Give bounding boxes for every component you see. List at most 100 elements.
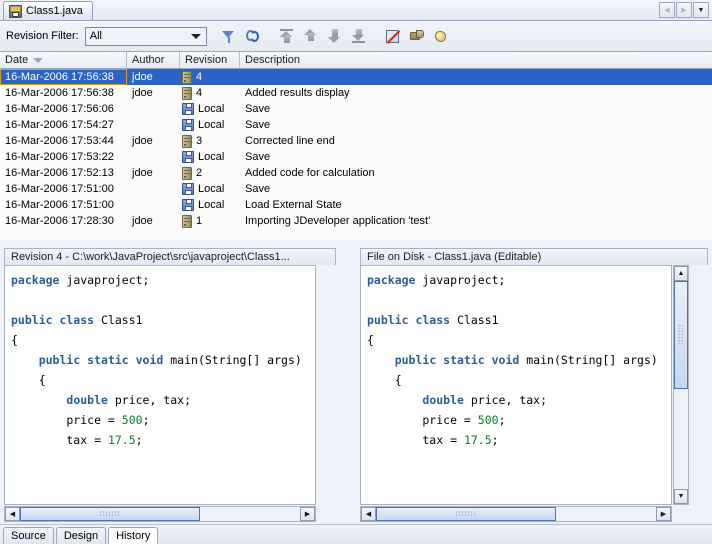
table-row[interactable]: 16-Mar-2006 17:52:13 jdoe 2 Added code for … <box>0 165 712 181</box>
scrollbar-vertical-file-on-disk[interactable]: ▲ ▼ <box>673 265 689 505</box>
revision-filter-select[interactable]: All <box>84 26 207 46</box>
code-view-file-on-disk[interactable]: package javaproject; public class Class1… <box>360 265 672 505</box>
code-view-revision[interactable]: package javaproject; public class Class1… <box>4 265 316 505</box>
table-row[interactable]: 16-Mar-2006 17:51:00 Local Load External S… <box>0 197 712 213</box>
scroll-thumb-vertical[interactable] <box>674 281 688 389</box>
code-text: tax = <box>367 433 464 447</box>
cell-author <box>127 181 180 197</box>
cell-revision: Local <box>180 101 240 117</box>
scrollbar-horizontal-file-on-disk[interactable]: ◀ ▶ <box>360 506 672 522</box>
last-revision-icon <box>352 29 366 43</box>
code-text: Class1 <box>94 313 143 327</box>
tab-class1-java[interactable]: Class1.java <box>3 1 93 20</box>
tab-back-button[interactable]: ◀ <box>659 2 675 18</box>
code-number: 500 <box>121 413 143 427</box>
disable-compare-button[interactable] <box>381 25 405 47</box>
column-header-revision[interactable]: Revision <box>180 52 240 68</box>
cell-date: 16-Mar-2006 17:56:06 <box>5 103 114 115</box>
table-row[interactable]: 16-Mar-2006 17:53:44 jdoe 3 Corrected line … <box>0 133 712 149</box>
cell-date: 16-Mar-2006 17:28:30 <box>5 215 114 227</box>
table-row[interactable]: 16-Mar-2006 17:56:06 Local Save <box>0 101 712 117</box>
code-text: { <box>11 333 18 347</box>
code-text: { <box>367 373 402 387</box>
code-number: 500 <box>477 413 499 427</box>
next-revision-button[interactable] <box>323 25 347 47</box>
code-text: main(String[] args) <box>163 353 302 367</box>
tab-design[interactable]: Design <box>55 527 107 544</box>
cell-date: 16-Mar-2006 17:56:38 <box>5 87 114 99</box>
sort-descending-icon <box>33 57 44 63</box>
scroll-left-button[interactable]: ◀ <box>5 507 20 521</box>
code-text: ; <box>142 413 150 427</box>
code-text: javaproject; <box>415 273 506 287</box>
cell-author: jdoe <box>132 215 153 227</box>
tab-forward-button[interactable]: ▶ <box>676 2 692 18</box>
cell-description: Save <box>245 103 271 115</box>
server-revision-icon <box>182 214 192 228</box>
table-row[interactable]: 16-Mar-2006 17:54:27 Local Save <box>0 117 712 133</box>
tab-label: Class1.java <box>26 5 83 17</box>
cell-description: Importing JDeveloper application 'test' <box>245 215 431 227</box>
cell-description: Load External State <box>245 199 342 211</box>
cell-revision: Local <box>180 117 240 133</box>
scroll-thumb-horizontal[interactable] <box>376 507 556 521</box>
tab-history[interactable]: History <box>108 527 159 544</box>
cell-author <box>127 117 180 133</box>
code-keyword: double <box>422 393 464 407</box>
scroll-down-button[interactable]: ▼ <box>674 489 688 504</box>
cell-date: 16-Mar-2006 17:51:00 <box>5 183 114 195</box>
filter-button[interactable] <box>217 25 241 47</box>
properties-button[interactable] <box>429 25 453 47</box>
cell-description: Save <box>245 119 271 131</box>
cell-description: Save <box>245 183 271 195</box>
revisions-button[interactable] <box>405 25 429 47</box>
first-revision-button[interactable] <box>275 25 299 47</box>
cell-author: jdoe <box>132 135 153 147</box>
tab-list-dropdown-button[interactable]: ▼ <box>693 2 709 18</box>
scroll-up-button[interactable]: ▲ <box>674 266 688 281</box>
cell-date: 16-Mar-2006 17:53:44 <box>5 135 114 147</box>
code-line: tax = 17.5; <box>11 430 315 450</box>
column-header-date[interactable]: Date <box>0 52 127 68</box>
cell-author <box>127 101 180 117</box>
horizontal-splitter[interactable] <box>0 240 712 248</box>
code-line: public static void main(String[] args) <box>11 350 315 370</box>
column-label-date: Date <box>5 54 29 66</box>
revision-filter-label: Revision Filter: <box>6 30 79 42</box>
scroll-right-button[interactable]: ▶ <box>300 507 315 521</box>
table-row[interactable]: 16-Mar-2006 17:53:22 Local Save <box>0 149 712 165</box>
local-save-icon <box>182 119 194 131</box>
grip-icon <box>677 324 685 346</box>
grip-icon <box>455 510 477 518</box>
column-header-description[interactable]: Description <box>240 52 712 68</box>
code-line: double price, tax; <box>367 390 671 410</box>
cell-revision-label: 4 <box>196 87 203 99</box>
refresh-button[interactable] <box>241 25 265 47</box>
scroll-thumb-horizontal[interactable] <box>20 507 200 521</box>
table-row[interactable]: 16-Mar-2006 17:28:30 jdoe 1 Importing JDeve… <box>0 213 712 229</box>
previous-revision-button[interactable] <box>299 25 323 47</box>
first-revision-icon <box>280 29 294 43</box>
last-revision-button[interactable] <box>347 25 371 47</box>
table-row[interactable]: 16-Mar-2006 17:51:00 Local Save <box>0 181 712 197</box>
column-header-author[interactable]: Author <box>127 52 180 68</box>
cell-revision-label: Local <box>198 119 225 131</box>
code-text: tax = <box>11 433 108 447</box>
scroll-right-button[interactable]: ▶ <box>656 507 671 521</box>
cell-revision-label: 2 <box>196 167 203 179</box>
revision-table: Date Author Revision Description 16-Mar-… <box>0 52 712 240</box>
cell-revision: 3 <box>180 133 240 149</box>
code-line: price = 500; <box>367 410 671 430</box>
cell-revision: Local <box>180 197 240 213</box>
scrollbar-horizontal-revision[interactable]: ◀ ▶ <box>4 506 316 522</box>
tab-source[interactable]: Source <box>3 527 54 544</box>
code-text: ; <box>135 433 143 447</box>
table-row[interactable]: 16-Mar-2006 17:56:38 jdoe 4 Added results d… <box>0 85 712 101</box>
scroll-left-button[interactable]: ◀ <box>361 507 376 521</box>
table-body: 16-Mar-2006 17:56:38 jdoe 4 16-Mar-2006 17:… <box>0 69 712 229</box>
table-row[interactable]: 16-Mar-2006 17:56:38 jdoe 4 <box>0 69 712 85</box>
code-line: public static void main(String[] args) <box>367 350 671 370</box>
code-text: { <box>367 333 374 347</box>
